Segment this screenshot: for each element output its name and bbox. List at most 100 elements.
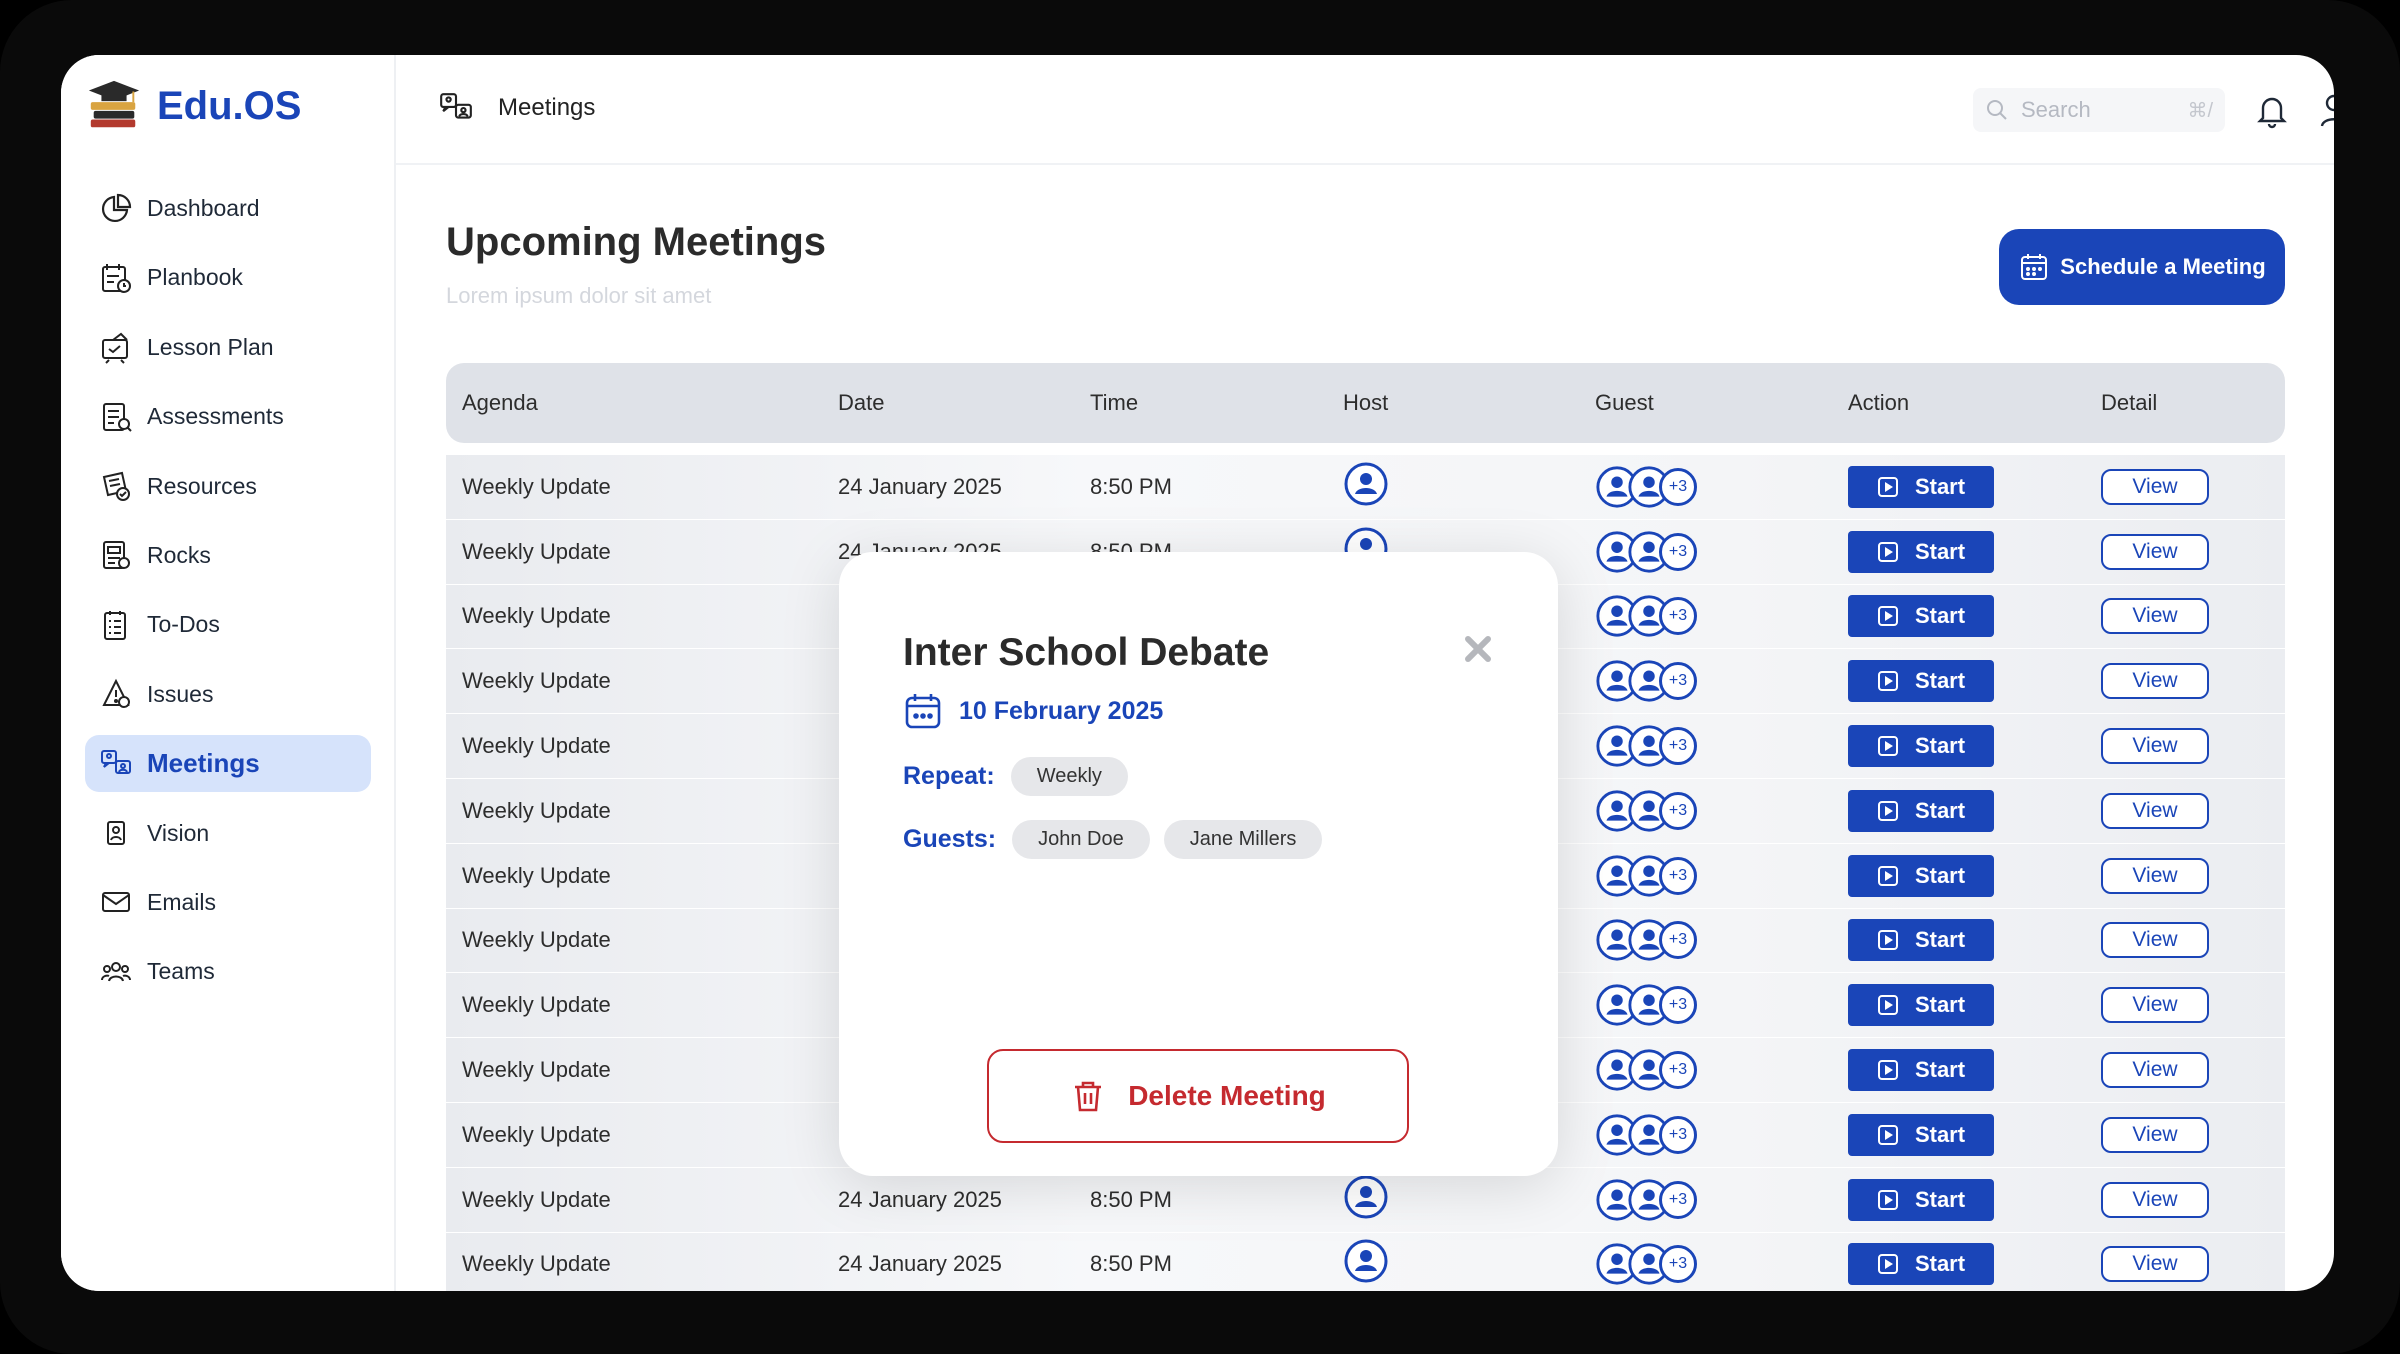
start-label: Start bbox=[1914, 1186, 1966, 1212]
view-button[interactable]: View bbox=[2101, 987, 2209, 1024]
start-meeting-button[interactable]: Start bbox=[1848, 1113, 1994, 1156]
start-meeting-button[interactable]: Start bbox=[1848, 854, 1994, 897]
action-cell: Start bbox=[1832, 660, 2085, 703]
sidebar-item-planbook[interactable]: Planbook bbox=[85, 249, 371, 306]
sidebar-item-label: Emails bbox=[147, 888, 217, 915]
breadcrumb: Meetings bbox=[438, 90, 595, 126]
view-button[interactable]: View bbox=[2101, 1052, 2209, 1089]
delete-meeting-button[interactable]: Delete Meeting bbox=[987, 1049, 1409, 1143]
start-meeting-button[interactable]: Start bbox=[1848, 1243, 1994, 1286]
guest-avatars[interactable]: +3 bbox=[1595, 1242, 1832, 1286]
guest-avatars[interactable]: +3 bbox=[1595, 724, 1832, 768]
sidebar: Edu.OS Dashboard Planbook Lesson Plan As… bbox=[61, 55, 396, 1291]
view-button[interactable]: View bbox=[2101, 728, 2209, 765]
host-avatar[interactable] bbox=[1343, 461, 1389, 507]
schedule-meeting-button[interactable]: Schedule a Meeting bbox=[1999, 229, 2285, 305]
close-icon[interactable] bbox=[1456, 627, 1500, 671]
meeting-details-modal: Inter School Debate 10 February 2025 Rep… bbox=[839, 552, 1558, 1176]
sidebar-item-label: Dashboard bbox=[147, 195, 260, 221]
pie-chart-icon bbox=[101, 193, 132, 222]
date-cell: 24 January 2025 bbox=[838, 1251, 1002, 1277]
guest-avatars[interactable]: +3 bbox=[1595, 918, 1832, 962]
sidebar-item-assessments[interactable]: Assessments bbox=[85, 388, 371, 445]
guest-avatars[interactable]: +3 bbox=[1595, 1178, 1832, 1222]
start-meeting-button[interactable]: Start bbox=[1848, 1178, 1994, 1221]
user-profile-icon[interactable] bbox=[2314, 90, 2334, 130]
guest-avatars[interactable]: +3 bbox=[1595, 1113, 1832, 1157]
view-button[interactable]: View bbox=[2101, 468, 2209, 505]
sidebar-item-teams[interactable]: Teams bbox=[85, 943, 371, 1000]
start-meeting-button[interactable]: Start bbox=[1848, 660, 1994, 703]
guest-avatars[interactable]: +3 bbox=[1595, 659, 1832, 703]
column-header-time[interactable]: Time bbox=[1074, 390, 1327, 416]
view-button[interactable]: View bbox=[2101, 792, 2209, 829]
guest-more-count: +3 bbox=[1659, 1115, 1697, 1154]
start-meeting-button[interactable]: Start bbox=[1848, 789, 1994, 832]
page-subtitle: Lorem ipsum dolor sit amet bbox=[446, 283, 712, 308]
start-meeting-button[interactable]: Start bbox=[1848, 595, 1994, 638]
column-header-agenda[interactable]: Agenda bbox=[446, 390, 822, 416]
start-label: Start bbox=[1914, 668, 1966, 694]
view-button[interactable]: View bbox=[2101, 1116, 2209, 1153]
agenda-cell: Weekly Update bbox=[462, 992, 611, 1018]
view-button[interactable]: View bbox=[2101, 598, 2209, 635]
resources-icon bbox=[102, 471, 130, 502]
play-icon bbox=[1877, 865, 1898, 886]
sidebar-item-label: Resources bbox=[147, 472, 257, 499]
view-button[interactable]: View bbox=[2101, 1181, 2209, 1218]
start-meeting-button[interactable]: Start bbox=[1848, 984, 1994, 1027]
detail-cell: View bbox=[2085, 987, 2285, 1024]
column-header-action[interactable]: Action bbox=[1832, 390, 2085, 416]
column-header-guest[interactable]: Guest bbox=[1579, 390, 1832, 416]
guest-avatars[interactable]: +3 bbox=[1595, 789, 1832, 833]
host-avatar[interactable] bbox=[1343, 1238, 1389, 1284]
guest-avatars[interactable]: +3 bbox=[1595, 530, 1832, 574]
sidebar-item-resources[interactable]: Resources bbox=[85, 458, 371, 515]
host-avatar-icon bbox=[1344, 1175, 1388, 1219]
sidebar-item-to-dos[interactable]: To-Dos bbox=[85, 596, 371, 653]
start-meeting-button[interactable]: Start bbox=[1848, 465, 1994, 508]
guest-cell: +3 bbox=[1579, 1048, 1832, 1092]
host-cell bbox=[1327, 1174, 1579, 1226]
repeat-chip[interactable]: Weekly bbox=[1010, 757, 1128, 796]
column-header-date[interactable]: Date bbox=[822, 390, 1074, 416]
meetings-icon bbox=[440, 93, 472, 119]
time-cell: 8:50 PM bbox=[1090, 473, 1172, 499]
start-label: Start bbox=[1914, 927, 1966, 953]
bell-icon[interactable] bbox=[2252, 90, 2292, 130]
sidebar-item-rocks[interactable]: Rocks bbox=[85, 527, 371, 584]
guest-avatars[interactable]: +3 bbox=[1595, 1048, 1832, 1092]
column-header-host[interactable]: Host bbox=[1327, 390, 1579, 416]
view-button[interactable]: View bbox=[2101, 857, 2209, 894]
start-meeting-button[interactable]: Start bbox=[1848, 725, 1994, 768]
start-meeting-button[interactable]: Start bbox=[1848, 530, 1994, 573]
sidebar-item-issues[interactable]: Issues bbox=[85, 666, 371, 723]
guest-chip[interactable]: John Doe bbox=[1012, 820, 1150, 859]
view-button[interactable]: View bbox=[2101, 533, 2209, 570]
guest-chip[interactable]: Jane Millers bbox=[1163, 820, 1323, 859]
time-cell: 8:50 PM bbox=[1090, 1251, 1172, 1277]
sidebar-item-meetings[interactable]: Meetings bbox=[85, 735, 371, 793]
sidebar-item-dashboard[interactable]: Dashboard bbox=[85, 180, 371, 237]
brand[interactable]: Edu.OS bbox=[85, 77, 301, 135]
sidebar-item-lesson-plan[interactable]: Lesson Plan bbox=[85, 319, 371, 376]
app-name: Edu.OS bbox=[157, 83, 302, 128]
play-icon bbox=[1877, 800, 1898, 821]
guest-avatars[interactable]: +3 bbox=[1595, 983, 1832, 1027]
guest-avatars[interactable]: +3 bbox=[1595, 854, 1832, 898]
view-button[interactable]: View bbox=[2101, 1246, 2209, 1283]
host-avatar[interactable] bbox=[1343, 1174, 1389, 1220]
sidebar-item-emails[interactable]: Emails bbox=[85, 874, 371, 931]
view-button[interactable]: View bbox=[2101, 663, 2209, 700]
sidebar-item-vision[interactable]: Vision bbox=[85, 805, 371, 862]
column-header-detail[interactable]: Detail bbox=[2085, 390, 2285, 416]
view-button[interactable]: View bbox=[2101, 922, 2209, 959]
guest-avatars[interactable]: +3 bbox=[1595, 594, 1832, 638]
start-meeting-button[interactable]: Start bbox=[1848, 1049, 1994, 1092]
guest-cell: +3 bbox=[1579, 465, 1832, 509]
host-avatar-icon bbox=[1344, 1239, 1388, 1283]
guest-avatars[interactable]: +3 bbox=[1595, 465, 1832, 509]
agenda-cell: Weekly Update bbox=[462, 1186, 611, 1212]
start-meeting-button[interactable]: Start bbox=[1848, 919, 1994, 962]
search-input[interactable]: Search ⌘/ bbox=[1973, 88, 2225, 132]
